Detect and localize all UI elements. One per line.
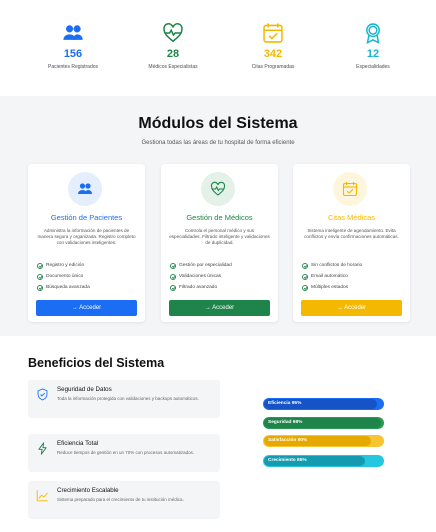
module-card-doctors: Gestión de Médicos Controla el personal …	[161, 164, 278, 322]
progress-label: Seguridad 98%	[268, 420, 303, 425]
check-circle-icon	[170, 262, 176, 269]
feature-label: Búsqueda avanzada	[46, 285, 90, 290]
benefit-description: Toda la información protegida con valida…	[57, 396, 199, 401]
progress-efficiency: Eficiencia 95%	[263, 398, 384, 410]
users-icon	[78, 183, 92, 194]
access-doctors-button[interactable]: → Acceder	[169, 300, 270, 316]
progress-growth: Crecimiento 85%	[263, 455, 384, 467]
calendar-check-icon	[263, 23, 283, 43]
progress-label: Eficiencia 95%	[268, 401, 302, 406]
feature-label: Filtrado avanzado	[179, 285, 218, 290]
benefit-description: Sistema preparado para el crecimiento de…	[57, 497, 184, 502]
calendar-check-icon	[342, 182, 358, 197]
feature-label: Sin conflictos de horario	[311, 263, 363, 268]
stat-label: Médicos Especialistas	[148, 64, 198, 70]
lightning-icon	[38, 442, 47, 455]
module-icon-badge	[201, 172, 235, 206]
section-title: Módulos del Sistema	[138, 115, 298, 132]
module-card-patients: Gestión de Pacientes Administra la infor…	[28, 164, 145, 322]
module-description: Controla el personal médico y sus especi…	[169, 228, 270, 246]
progress-security: Seguridad 98%	[263, 417, 384, 429]
module-icon-badge	[68, 172, 102, 206]
feature-label: Gestión por especialidad	[179, 263, 232, 268]
feature-list: Sin conflictos de horario Email automáti…	[302, 260, 362, 293]
module-title: Gestión de Médicos	[186, 213, 253, 222]
progress-label: Crecimiento 85%	[268, 458, 307, 463]
benefit-title: Seguridad de Datos	[57, 386, 112, 393]
benefit-title: Eficiencia Total	[57, 440, 99, 447]
stat-patients: 156 Pacientes Registrados	[28, 22, 118, 70]
feature-item: Gestión por especialidad	[170, 260, 232, 271]
section-subtitle: Gestiona todas las áreas de tu hospital …	[141, 140, 295, 146]
stat-doctors: 28 Médicos Especialistas	[128, 22, 218, 70]
module-description: Administra la información de pacientes d…	[37, 228, 136, 246]
check-circle-icon	[302, 284, 308, 291]
progress-satisfaction: Satisfacción 90%	[263, 435, 384, 447]
stat-appointments: 342 Citas Programadas	[228, 22, 318, 70]
check-circle-icon	[37, 262, 43, 269]
feature-item: Email automático	[302, 271, 362, 282]
feature-item: Validaciones únicas	[170, 271, 232, 282]
module-title: Citas Médicas	[327, 213, 376, 222]
graph-up-icon	[36, 490, 48, 502]
modules-section: Módulos del Sistema Gestiona todas las á…	[0, 96, 436, 336]
stats-strip: 156 Pacientes Registrados 28 Médicos Esp…	[0, 0, 436, 96]
stat-label: Citas Programadas	[251, 64, 295, 70]
feature-item: Registro y edición	[37, 260, 90, 271]
feature-label: Múltiples estados	[311, 285, 349, 290]
module-description: Sistema inteligente de agendamiento. Evi…	[304, 228, 399, 240]
feature-item: Sin conflictos de horario	[302, 260, 362, 271]
check-circle-icon	[170, 284, 176, 291]
feature-list: Registro y edición Documento único Búsqu…	[37, 260, 90, 293]
feature-item: Filtrado avanzado	[170, 282, 232, 293]
feature-label: Registro y edición	[46, 263, 85, 268]
benefit-security: Seguridad de Datos Toda la información p…	[28, 380, 220, 418]
benefit-title: Crecimiento Escalable	[57, 487, 119, 494]
access-appointments-button[interactable]: → Acceder	[301, 300, 402, 316]
feature-label: Validaciones únicas	[179, 274, 222, 279]
feature-label: Documento único	[46, 274, 84, 279]
feature-label: Email automático	[311, 274, 348, 279]
stat-value: 28	[166, 48, 180, 60]
feature-item: Búsqueda avanzada	[37, 282, 90, 293]
stat-label: Pacientes Registrados	[47, 64, 99, 70]
shield-check-icon	[37, 388, 48, 401]
feature-item: Múltiples estados	[302, 282, 362, 293]
stat-value: 342	[263, 48, 283, 60]
stat-specialties: 12 Especialidades	[328, 22, 418, 70]
benefit-growth: Crecimiento Escalable Sistema preparado …	[28, 481, 220, 519]
benefit-efficiency: Eficiencia Total Reduce tiempos de gesti…	[28, 434, 220, 472]
stat-label: Especialidades	[356, 64, 390, 70]
heart-pulse-icon	[210, 181, 226, 196]
module-icon-badge	[333, 172, 367, 206]
check-circle-icon	[302, 273, 308, 280]
module-card-appointments: Citas Médicas Sistema inteligente de age…	[293, 164, 410, 322]
check-circle-icon	[302, 262, 308, 269]
access-patients-button[interactable]: → Acceder	[36, 300, 137, 316]
check-circle-icon	[37, 273, 43, 280]
benefit-description: Reduce tiempos de gestión en un 70% con …	[57, 450, 195, 455]
feature-list: Gestión por especialidad Validaciones ún…	[170, 260, 232, 293]
module-title: Gestión de Pacientes	[50, 213, 123, 222]
benefits-title: Beneficios del Sistema	[28, 356, 165, 370]
progress-label: Satisfacción 90%	[268, 438, 308, 443]
stat-value: 12	[366, 48, 380, 60]
feature-item: Documento único	[37, 271, 90, 282]
heart-pulse-icon	[163, 23, 183, 43]
check-circle-icon	[37, 284, 43, 291]
award-icon	[366, 23, 380, 44]
users-icon	[63, 25, 83, 40]
stat-value: 156	[63, 48, 83, 60]
check-circle-icon	[170, 273, 176, 280]
